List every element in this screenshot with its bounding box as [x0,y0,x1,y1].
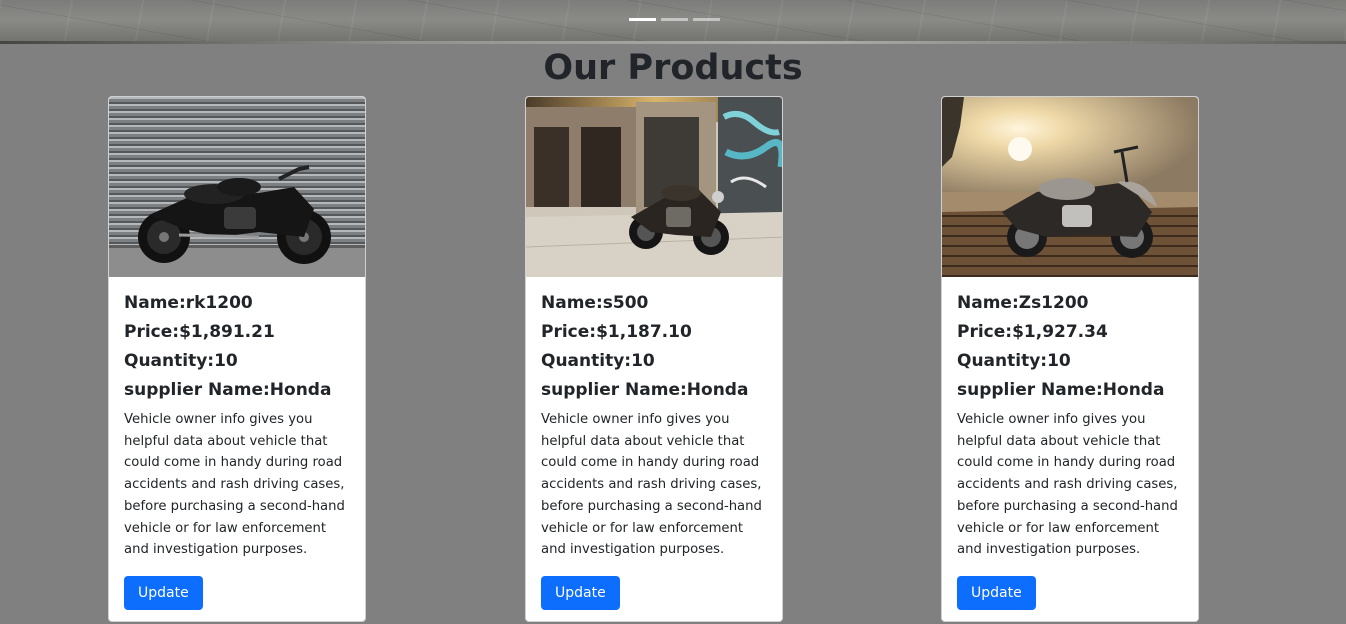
motorcycle-image [526,97,782,277]
motorcycle-sunset-photo [942,97,1198,277]
product-supplier: supplier Name:Honda [957,380,1165,400]
product-description: Vehicle owner info gives you helpful dat… [957,412,1178,558]
update-button[interactable]: Update [957,575,1036,610]
product-quantity: Quantity:10 [541,351,655,371]
section-title: Our Products [543,48,803,88]
product-quantity: Quantity:10 [957,351,1071,371]
product-price: Price:$1,891.21 [124,322,275,342]
product-card: Name:s500 Price:$1,187.10 Quantity:10 su… [525,96,783,622]
product-name: Name:Zs1200 [957,293,1089,313]
product-quantity: Quantity:10 [124,351,238,371]
motorcycle-street-photo [526,97,782,277]
product-price: Price:$1,187.10 [541,322,692,342]
carousel-indicators [629,18,720,21]
product-supplier: supplier Name:Honda [541,380,749,400]
product-description: Vehicle owner info gives you helpful dat… [541,412,762,558]
motorcycle-shutter-photo [109,97,365,277]
product-card: Name:rk1200 Price:$1,891.21 Quantity:10 … [108,96,366,622]
product-description: Vehicle owner info gives you helpful dat… [124,412,345,558]
carousel-image-edge [0,41,1346,44]
product-supplier: supplier Name:Honda [124,380,332,400]
product-price: Price:$1,927.34 [957,322,1108,342]
carousel-indicator-2[interactable] [661,18,688,21]
hero-carousel [0,0,1346,44]
update-button[interactable]: Update [541,575,620,610]
carousel-indicator-3[interactable] [693,18,720,21]
product-card: Name:Zs1200 Price:$1,927.34 Quantity:10 … [941,96,1199,622]
carousel-image [0,0,1346,44]
update-button[interactable]: Update [124,575,203,610]
motorcycle-image [109,97,365,277]
product-name: Name:rk1200 [124,293,253,313]
carousel-indicator-1[interactable] [629,18,656,21]
motorcycle-image [942,97,1198,277]
product-name: Name:s500 [541,293,649,313]
